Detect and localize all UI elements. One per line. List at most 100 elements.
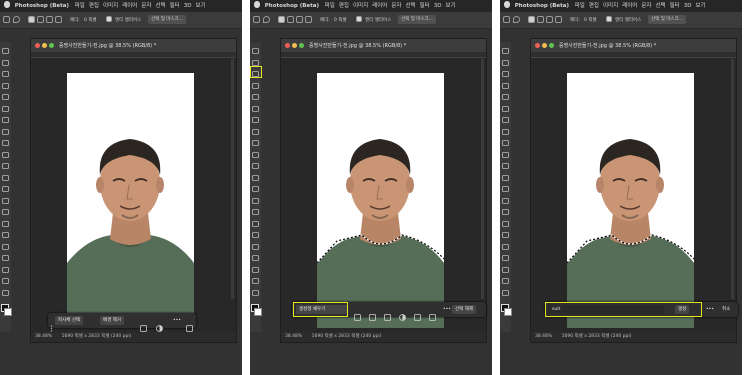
type-tool-icon[interactable] bbox=[2, 232, 9, 238]
menu-item[interactable]: 보기 bbox=[695, 3, 705, 9]
intersect-selection-icon[interactable] bbox=[555, 16, 562, 23]
zoom-tool-icon[interactable] bbox=[2, 278, 9, 284]
menu-item[interactable]: 파일 bbox=[575, 3, 585, 9]
minimize-window-button[interactable] bbox=[42, 43, 47, 48]
antialias-checkbox[interactable] bbox=[606, 16, 612, 22]
move-tool-icon[interactable] bbox=[2, 48, 9, 54]
healing-brush-icon[interactable] bbox=[502, 128, 509, 135]
blur-tool-icon[interactable] bbox=[2, 197, 9, 204]
frame-tool-icon[interactable] bbox=[502, 105, 509, 112]
dodge-tool-icon[interactable] bbox=[502, 209, 509, 215]
menu-item[interactable]: 이미지 bbox=[603, 3, 618, 9]
app-name[interactable]: Photoshop (Beta) bbox=[515, 3, 569, 9]
pin-icon[interactable] bbox=[186, 317, 193, 332]
eraser-tool-icon[interactable] bbox=[502, 174, 509, 181]
gradient-tool-icon[interactable] bbox=[252, 186, 259, 192]
zoom-window-button[interactable] bbox=[49, 43, 54, 48]
modify-selection-icon[interactable] bbox=[354, 306, 361, 321]
clone-stamp-icon[interactable] bbox=[2, 151, 9, 158]
feather-input[interactable]: 0 픽셀 bbox=[84, 17, 97, 23]
menu-item[interactable]: 선택 bbox=[156, 3, 166, 9]
more-tools-icon[interactable] bbox=[2, 289, 9, 296]
eyedropper-tool-icon[interactable] bbox=[2, 117, 9, 123]
menu-item[interactable]: 문자 bbox=[641, 3, 651, 9]
path-select-icon[interactable] bbox=[502, 243, 509, 250]
add-selection-icon[interactable] bbox=[37, 16, 44, 23]
image-canvas[interactable] bbox=[67, 73, 194, 328]
new-selection-icon[interactable] bbox=[28, 16, 35, 23]
eraser-tool-icon[interactable] bbox=[252, 174, 259, 181]
menu-item[interactable]: 보기 bbox=[445, 3, 455, 9]
more-tools-icon[interactable] bbox=[502, 289, 509, 296]
home-icon[interactable] bbox=[3, 16, 10, 23]
menu-item[interactable]: 편집 bbox=[339, 3, 349, 9]
rectangle-tool-icon[interactable] bbox=[252, 255, 259, 261]
adjustment-icon[interactable] bbox=[156, 317, 163, 332]
move-tool-icon[interactable] bbox=[252, 48, 259, 54]
image-canvas[interactable] bbox=[567, 73, 694, 328]
transform-icon[interactable] bbox=[140, 317, 147, 332]
scrollbar[interactable] bbox=[731, 59, 734, 299]
zoom-level[interactable]: 38.48% bbox=[535, 334, 552, 339]
eyedropper-tool-icon[interactable] bbox=[502, 117, 509, 123]
brush-tool-icon[interactable] bbox=[252, 140, 259, 146]
scrollbar[interactable] bbox=[481, 59, 484, 299]
type-tool-icon[interactable] bbox=[252, 232, 259, 238]
feather-input[interactable]: 0 픽셀 bbox=[584, 17, 597, 23]
menu-item[interactable]: 필터 bbox=[420, 3, 430, 9]
menu-item[interactable]: 3D bbox=[684, 3, 692, 9]
crop-tool-icon[interactable] bbox=[252, 94, 259, 100]
select-subject-button[interactable]: 피사체 선택 bbox=[55, 316, 84, 325]
marquee-tool-icon[interactable] bbox=[252, 59, 259, 66]
marquee-tool-icon[interactable] bbox=[2, 59, 9, 66]
select-and-mask-button[interactable]: 선택 및 마스크... bbox=[648, 15, 686, 24]
menu-item[interactable]: 보기 bbox=[195, 3, 205, 9]
feather-icon[interactable] bbox=[399, 306, 406, 321]
history-brush-icon[interactable] bbox=[252, 163, 259, 169]
clone-stamp-icon[interactable] bbox=[502, 151, 509, 158]
zoom-window-button[interactable] bbox=[299, 43, 304, 48]
brush-tool-icon[interactable] bbox=[502, 140, 509, 146]
add-selection-icon[interactable] bbox=[287, 16, 294, 23]
menu-item[interactable]: 문자 bbox=[391, 3, 401, 9]
blur-tool-icon[interactable] bbox=[252, 197, 259, 204]
object-select-tool-icon[interactable] bbox=[252, 82, 259, 89]
zoom-level[interactable]: 38.48% bbox=[285, 334, 302, 339]
invert-selection-icon[interactable] bbox=[369, 306, 376, 321]
gradient-tool-icon[interactable] bbox=[502, 186, 509, 192]
frame-tool-icon[interactable] bbox=[252, 105, 259, 112]
scrollbar[interactable] bbox=[231, 59, 234, 299]
add-selection-icon[interactable] bbox=[537, 16, 544, 23]
lasso-tool-icon[interactable] bbox=[13, 16, 20, 23]
apple-icon[interactable] bbox=[4, 1, 10, 8]
close-window-button[interactable] bbox=[285, 43, 290, 48]
zoom-level[interactable]: 38.48% bbox=[35, 334, 52, 339]
type-tool-icon[interactable] bbox=[502, 232, 509, 238]
antialias-checkbox[interactable] bbox=[356, 16, 362, 22]
select-and-mask-button[interactable]: 선택 및 마스크... bbox=[398, 15, 436, 24]
close-window-button[interactable] bbox=[535, 43, 540, 48]
fill-icon[interactable] bbox=[414, 306, 421, 321]
remove-background-button[interactable]: 배경 제거 bbox=[100, 316, 124, 325]
more-tools-icon[interactable] bbox=[429, 306, 436, 321]
new-selection-icon[interactable] bbox=[278, 16, 285, 23]
zoom-window-button[interactable] bbox=[549, 43, 554, 48]
gradient-tool-icon[interactable] bbox=[2, 186, 9, 192]
menu-item[interactable]: 3D bbox=[184, 3, 192, 9]
dodge-tool-icon[interactable] bbox=[252, 209, 259, 215]
apple-icon[interactable] bbox=[504, 1, 510, 8]
image-canvas[interactable] bbox=[317, 73, 444, 328]
zoom-tool-icon[interactable] bbox=[502, 278, 509, 284]
menu-item[interactable]: 편집 bbox=[89, 3, 99, 9]
move-tool-icon[interactable] bbox=[502, 48, 509, 54]
dodge-tool-icon[interactable] bbox=[2, 209, 9, 215]
eraser-tool-icon[interactable] bbox=[2, 174, 9, 181]
lasso-tool-icon[interactable] bbox=[2, 71, 9, 77]
pen-tool-icon[interactable] bbox=[502, 220, 509, 227]
feather-input[interactable]: 0 픽셀 bbox=[334, 17, 347, 23]
subtract-selection-icon[interactable] bbox=[546, 16, 553, 23]
menu-item[interactable]: 레이어 bbox=[622, 3, 637, 9]
app-name[interactable]: Photoshop (Beta) bbox=[15, 3, 69, 9]
app-name[interactable]: Photoshop (Beta) bbox=[265, 3, 319, 9]
path-select-icon[interactable] bbox=[252, 243, 259, 250]
